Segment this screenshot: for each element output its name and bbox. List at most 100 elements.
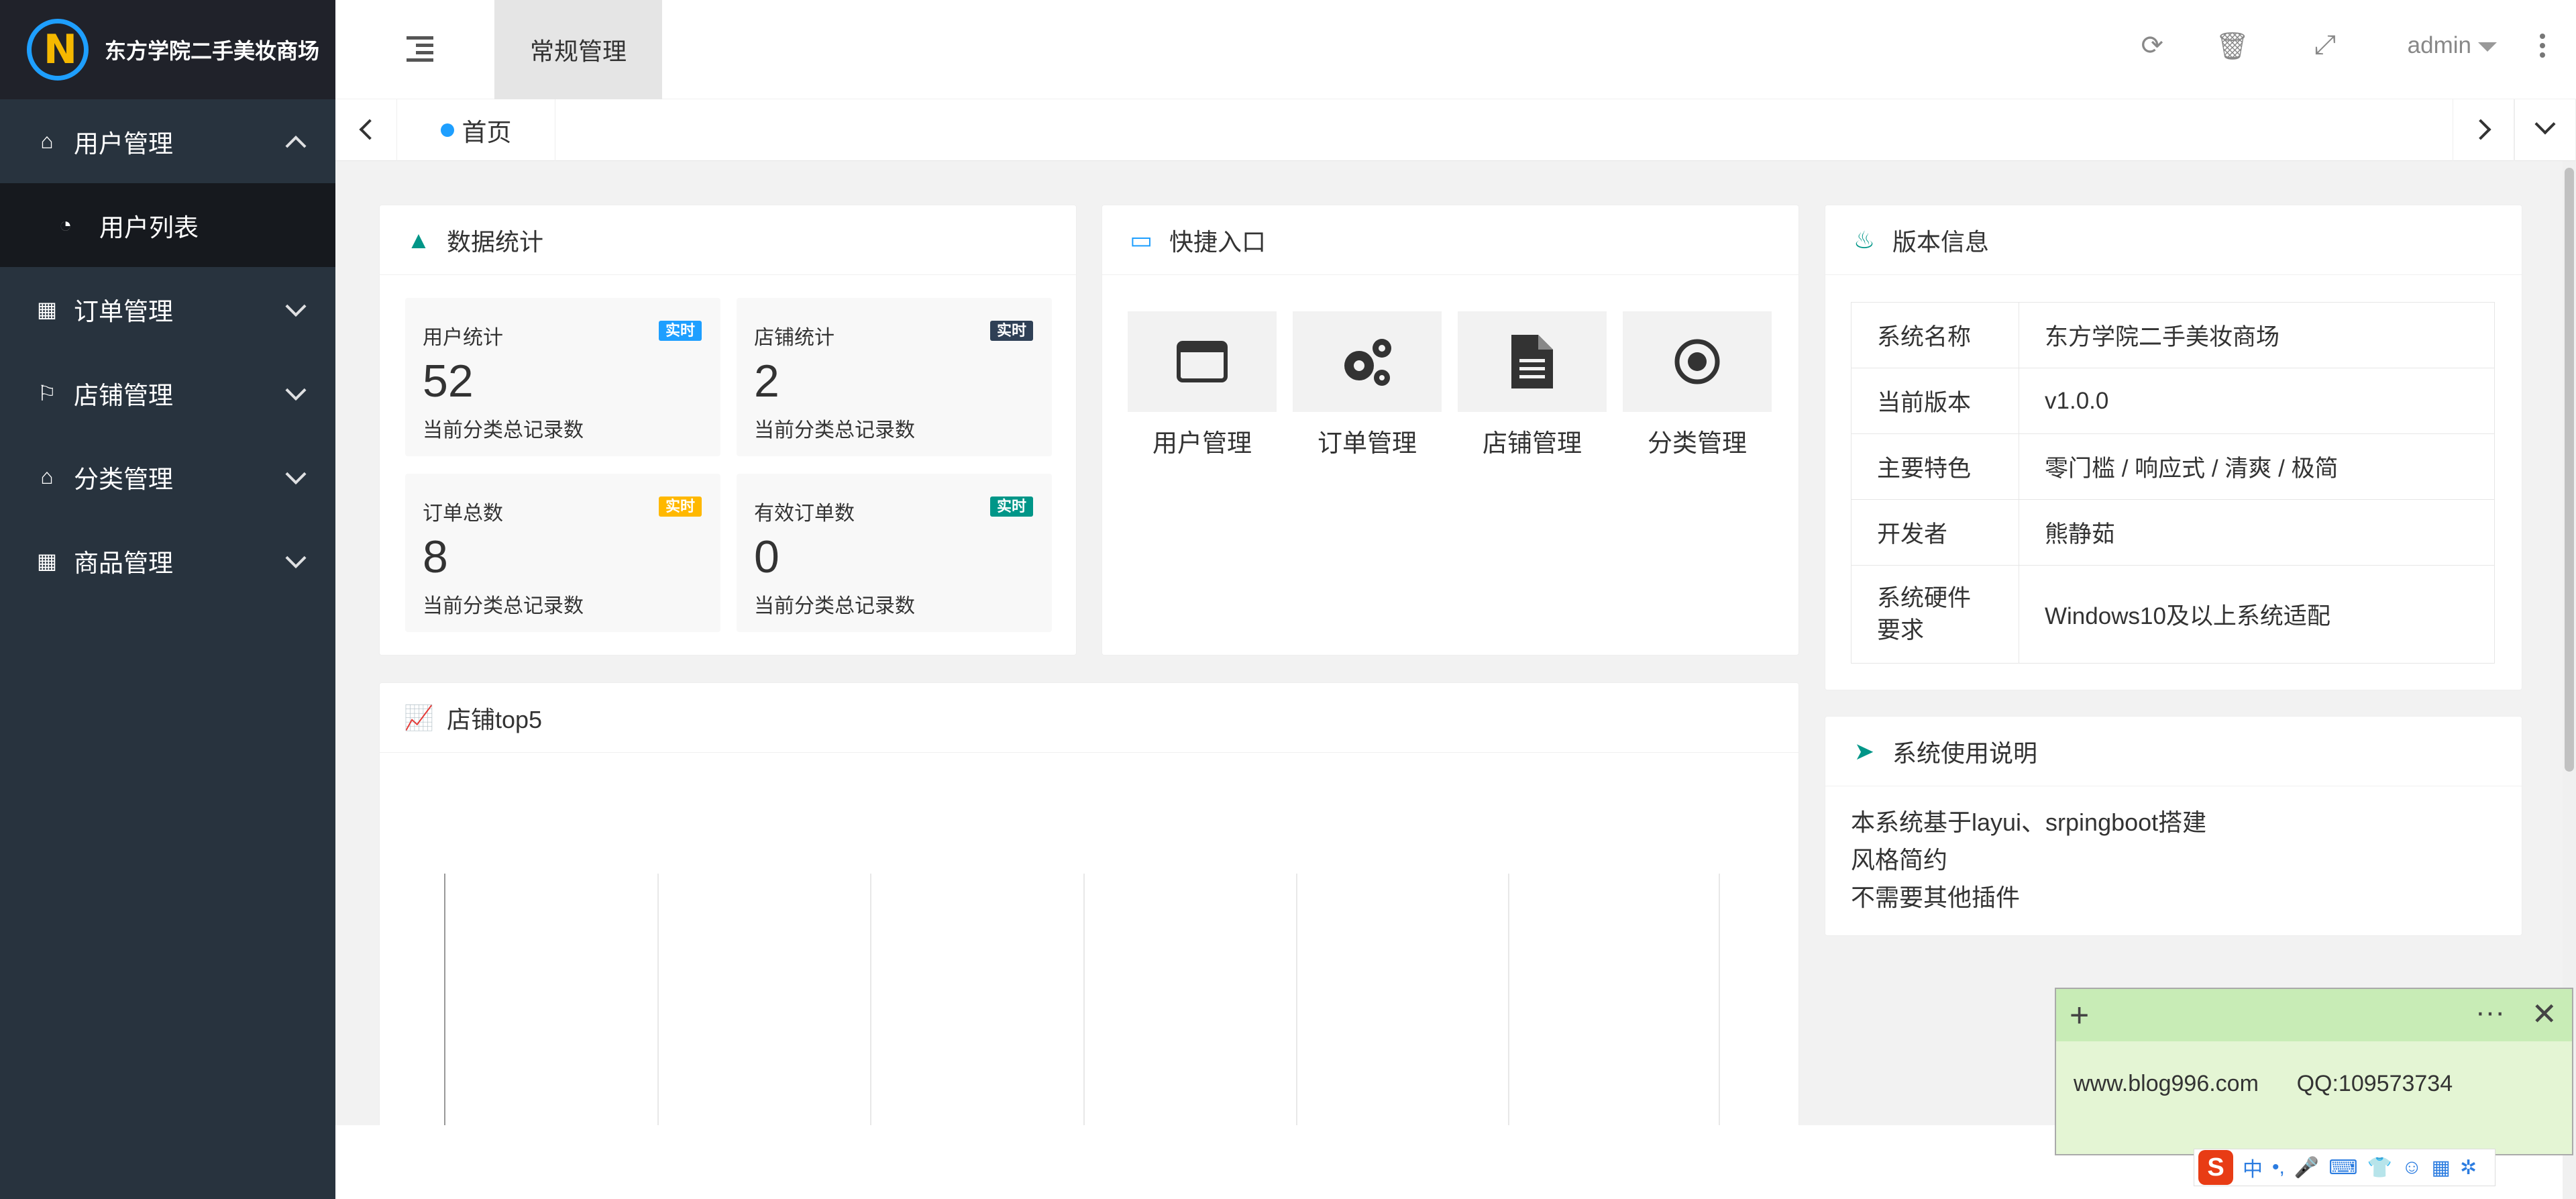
logo-area[interactable]: N 东方学院二手美妆商场 [0, 0, 335, 99]
chart-gridline [1296, 874, 1297, 1132]
quick-link-order-management[interactable]: 订单管理 [1293, 311, 1442, 459]
card-title: 快捷入口 [1169, 227, 1267, 256]
chevron-left-icon [359, 119, 380, 140]
top-header: 常规管理 ⟳ 🗑 ⤢ admin [335, 0, 2576, 99]
credit-card-icon: ▭ [1129, 225, 1152, 254]
sidebar-item-label: 商品管理 [74, 549, 173, 577]
ime-toolbar[interactable]: S 中 •, 🎤 ⌨ 👕 ☺ ▦ ✲ [2194, 1149, 2496, 1186]
stat-subtitle: 当前分类总记录数 [754, 419, 915, 441]
row-key: 当前版本 [1851, 368, 2019, 434]
realtime-badge: 实时 [989, 497, 1033, 517]
user-menu[interactable]: admin [2408, 32, 2497, 59]
sidebar-item-order-management[interactable]: ▦ 订单管理 [0, 267, 335, 351]
more-vertical-icon[interactable] [2540, 34, 2545, 62]
sidebar-subitem-label: 用户列表 [99, 213, 199, 242]
calendar-icon: ▦ [36, 297, 58, 321]
quick-link-label: 店铺管理 [1483, 429, 1582, 457]
sidebar-subitem-user-list[interactable]: ◔ 用户列表 [0, 183, 335, 267]
quick-link-shop-management[interactable]: 店铺管理 [1458, 311, 1607, 459]
chevron-down-icon [285, 295, 307, 317]
more-horizontal-icon[interactable]: ··· [2475, 996, 2505, 1029]
stat-shop-count: 店铺统计 2 当前分类总记录数 实时 [737, 298, 1052, 456]
shop-top5-card: 📈 店铺top5 [379, 682, 1799, 1152]
realtime-badge: 实时 [658, 321, 702, 341]
sidebar-item-category-management[interactable]: ⌂ 分类管理 [0, 435, 335, 519]
quick-link-user-management[interactable]: 用户管理 [1128, 311, 1277, 459]
sidebar-item-product-management[interactable]: ▦ 商品管理 [0, 519, 335, 603]
stat-valid-orders: 有效订单数 0 当前分类总记录数 实时 [737, 474, 1052, 632]
version-info-card: ♨ 版本信息 系统名称 东方学院二手美妆商场 当前版本 v1.0.0 主要特色 零门槛… [1825, 205, 2522, 690]
realtime-badge: 实时 [658, 497, 702, 517]
sticky-note-text[interactable]: www.blog996.com QQ:109573734 [2056, 1041, 2572, 1097]
row-value: v1.0.0 [2019, 368, 2495, 434]
card-header: ♨ 版本信息 [1825, 205, 2522, 275]
row-value: 零门槛 / 响应式 / 清爽 / 极简 [2019, 433, 2495, 500]
chart-gridline [870, 874, 871, 1132]
tab-options-button[interactable] [2514, 99, 2576, 161]
realtime-badge: 实时 [989, 321, 1033, 341]
chevron-down-icon [2534, 113, 2556, 135]
chart-gridline [1719, 874, 1720, 1132]
sidebar-item-shop-management[interactable]: ⚐ 店铺管理 [0, 351, 335, 435]
tab-home-label: 首页 [462, 119, 512, 146]
fire-icon: ♨ [1853, 225, 1876, 254]
target-icon [1623, 311, 1772, 412]
dashboard-icon: ◔ [59, 213, 72, 237]
sogou-logo-icon[interactable]: S [2198, 1150, 2233, 1185]
scrollbar-thumb[interactable] [2565, 168, 2574, 772]
tab-scroll-left-button[interactable] [335, 99, 397, 161]
sidebar: N 东方学院二手美妆商场 ⌂ 用户管理 ◔ 用户列表 ▦ 订单管理 ⚐ 店铺管理… [0, 0, 335, 1199]
ime-mode[interactable]: 中 [2243, 1153, 2263, 1182]
flag-icon: ⚐ [37, 380, 57, 405]
settings-icon[interactable]: ✲ [2460, 1156, 2477, 1180]
sidebar-item-label: 店铺管理 [74, 381, 173, 409]
fullscreen-icon[interactable]: ⤢ [2314, 30, 2336, 60]
row-value: 熊静茹 [2019, 499, 2495, 566]
skin-icon[interactable]: 👕 [2367, 1156, 2392, 1180]
row-key: 系统硬件要求 [1851, 565, 2019, 664]
gears-icon [1293, 311, 1442, 412]
tab-general-management[interactable]: 常规管理 [494, 0, 662, 99]
row-value: Windows10及以上系统适配 [2019, 565, 2495, 664]
stats-card: ▲ 数据统计 用户统计 52 当前分类总记录数 实时 店铺统计 2 当前分类总记… [379, 205, 1077, 656]
quick-link-label: 订单管理 [1318, 429, 1417, 457]
toolbox-icon[interactable]: ▦ [2432, 1156, 2451, 1180]
chart-gridline [1083, 874, 1085, 1132]
sidebar-item-label: 用户管理 [74, 129, 173, 158]
card-title: 店铺top5 [447, 705, 543, 733]
tab-home[interactable]: 首页 [397, 99, 555, 161]
card-header: 📈 店铺top5 [380, 683, 1799, 753]
sticky-note[interactable]: + ··· ✕ www.blog996.com QQ:109573734 [2055, 988, 2573, 1155]
caret-down-icon [2478, 42, 2497, 52]
sidebar-item-user-management[interactable]: ⌂ 用户管理 [0, 99, 335, 183]
card-header: ➤ 系统使用说明 [1825, 717, 2522, 786]
app-title: 东方学院二手美妆商场 [105, 39, 320, 63]
trash-icon[interactable]: 🗑 [2215, 30, 2249, 62]
card-header: ▭ 快捷入口 [1102, 205, 1799, 275]
menu-toggle-icon[interactable] [407, 36, 433, 63]
sticky-note-header[interactable]: + ··· ✕ [2056, 989, 2572, 1041]
username: admin [2407, 32, 2471, 58]
chart-gridline [657, 874, 659, 1132]
card-title: 系统使用说明 [1892, 739, 2038, 767]
keyboard-icon[interactable]: ⌨ [2328, 1156, 2357, 1180]
microphone-icon[interactable]: 🎤 [2294, 1156, 2319, 1180]
quick-link-category-management[interactable]: 分类管理 [1623, 311, 1772, 459]
refresh-icon[interactable]: ⟳ [2141, 30, 2163, 61]
quick-link-label: 用户管理 [1152, 429, 1252, 457]
punctuation-icon[interactable]: •, [2272, 1156, 2285, 1179]
paper-plane-icon: ➤ [1854, 737, 1875, 765]
window-icon [1128, 311, 1277, 412]
chevron-up-icon [285, 135, 307, 156]
usage-line: 本系统基于layui、srpingboot搭建 [1851, 809, 2207, 836]
close-icon[interactable]: ✕ [2531, 996, 2557, 1032]
stat-subtitle: 当前分类总记录数 [423, 595, 584, 617]
chevron-right-icon [2470, 119, 2491, 140]
add-icon[interactable]: + [2070, 998, 2089, 1032]
row-key: 主要特色 [1851, 433, 2019, 500]
emoji-icon[interactable]: ☺ [2402, 1156, 2422, 1179]
stat-value: 0 [754, 531, 780, 582]
tab-scroll-right-button[interactable] [2453, 99, 2514, 161]
quick-entry-card: ▭ 快捷入口 用户管理 订单管理 店铺管理 分类管理 [1102, 205, 1799, 656]
usage-line: 风格简约 [1851, 846, 1948, 874]
